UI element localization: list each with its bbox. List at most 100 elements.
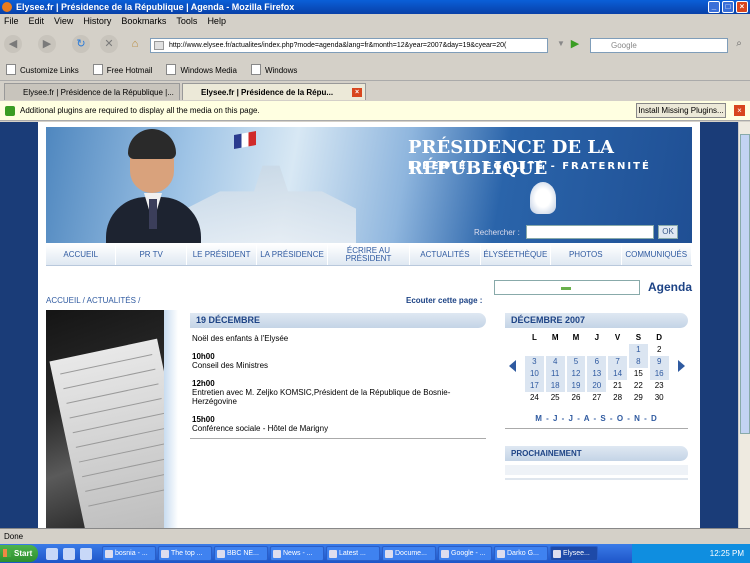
bookmark-customize-links[interactable]: Customize Links xyxy=(6,62,79,79)
nav-communiques[interactable]: COMMUNIQUÉS xyxy=(622,244,692,265)
calendar-heading: DÉCEMBRE 2007 xyxy=(505,313,688,328)
menu-help[interactable]: Help xyxy=(207,14,226,29)
bookmark-windows[interactable]: Windows xyxy=(251,62,297,79)
calendar-day-link[interactable]: 9 xyxy=(649,356,669,368)
calendar-day-link[interactable]: 18 xyxy=(545,380,565,392)
taskbar-item[interactable]: Docume... xyxy=(382,546,436,561)
taskbar-item[interactable]: Latest ... xyxy=(326,546,380,561)
calendar-day-link[interactable]: 19 xyxy=(566,380,586,392)
media-player-icon[interactable] xyxy=(80,547,92,560)
taskbar-item[interactable]: BBC NE... xyxy=(214,546,268,561)
calendar-day-link[interactable]: 11 xyxy=(545,368,565,380)
calendar-prev-arrow-icon[interactable] xyxy=(509,360,516,372)
nav-photos[interactable]: PHOTOS xyxy=(551,244,622,265)
browser-icon[interactable] xyxy=(63,547,75,560)
minimize-button[interactable]: _ xyxy=(708,1,720,13)
calendar-day-link[interactable]: 4 xyxy=(545,356,565,368)
forward-icon[interactable]: ▶ xyxy=(38,35,56,53)
menu-history[interactable]: History xyxy=(83,14,111,29)
nav-elyseetheque[interactable]: ÉLYSÉETHÈQUE xyxy=(481,244,552,265)
search-input[interactable]: Google xyxy=(590,38,728,53)
back-icon[interactable]: ◀ xyxy=(4,35,22,53)
go-icon[interactable]: ▶ xyxy=(566,35,584,53)
calendar-day-link[interactable]: 16 xyxy=(649,368,669,380)
search-icon[interactable]: ⌕ xyxy=(730,35,748,53)
calendar-day: 24 xyxy=(529,393,539,402)
close-tab-icon[interactable]: × xyxy=(352,88,362,97)
plugin-notification-bar: Additional plugins are required to displ… xyxy=(0,101,750,121)
bookmark-free-hotmail[interactable]: Free Hotmail xyxy=(93,62,153,79)
president-photo xyxy=(106,129,201,243)
menu-bar: File Edit View History Bookmarks Tools H… xyxy=(0,14,750,29)
calendar-day-link[interactable]: 7 xyxy=(608,356,627,368)
taskbar-item[interactable]: Darko G... xyxy=(494,546,548,561)
taskbar-item[interactable]: The top ... xyxy=(158,546,212,561)
calendar-day-link[interactable]: 3 xyxy=(525,356,544,368)
calendar-day-link[interactable]: 10 xyxy=(525,368,544,380)
menu-file[interactable]: File xyxy=(4,14,19,29)
bookmark-windows-media[interactable]: Windows Media xyxy=(166,62,236,79)
calendar-day-link[interactable]: 1 xyxy=(628,344,648,356)
stop-icon[interactable]: ✕ xyxy=(100,35,118,53)
agenda-event: Noël des enfants à l'Elysée xyxy=(192,334,484,343)
nav-ecrire-au-president[interactable]: ÉCRIRE AU PRÉSIDENT xyxy=(328,244,411,265)
tab-elysee-active[interactable]: Elysee.fr | Présidence de la Répu... × xyxy=(182,83,366,100)
menu-view[interactable]: View xyxy=(54,14,73,29)
install-plugins-button[interactable]: Install Missing Plugins... xyxy=(636,103,726,118)
taskbar-items: bosnia - ... The top ... BBC NE... News … xyxy=(102,546,598,561)
weekday-label: M xyxy=(551,333,559,342)
calendar-day-link[interactable]: 13 xyxy=(587,368,607,380)
taskbar-item[interactable]: Google - ... xyxy=(438,546,492,561)
calendar-day: 30 xyxy=(654,393,664,402)
close-window-button[interactable]: × xyxy=(736,1,748,13)
audio-player[interactable] xyxy=(494,280,640,295)
start-button[interactable]: Start xyxy=(0,545,38,562)
reload-icon[interactable]: ↻ xyxy=(72,35,90,53)
show-desktop-icon[interactable] xyxy=(46,547,58,560)
calendar-next-arrow-icon[interactable] xyxy=(678,360,685,372)
calendar-day-link[interactable]: 8 xyxy=(628,356,648,368)
calendar-day-link[interactable]: 12 xyxy=(566,368,586,380)
url-field[interactable]: http://www.elysee.fr/actualites/index.ph… xyxy=(150,38,548,53)
calendar-day: 22 xyxy=(633,381,643,390)
url-text: http://www.elysee.fr/actualites/index.ph… xyxy=(169,42,507,49)
nav-accueil[interactable]: ACCUEIL xyxy=(46,244,117,265)
calendar-day-link[interactable]: 14 xyxy=(608,368,627,380)
nav-la-presidence[interactable]: LA PRÉSIDENCE xyxy=(257,244,328,265)
maximize-button[interactable]: □ xyxy=(722,1,734,13)
calendar-day xyxy=(586,344,607,356)
event-text: Conseil des Ministres xyxy=(192,361,269,370)
quick-launch xyxy=(38,547,102,560)
nav-le-president[interactable]: LE PRÉSIDENT xyxy=(187,244,258,265)
month-nav[interactable]: M - J - J - A - S - O - N - D xyxy=(505,414,688,423)
menu-edit[interactable]: Edit xyxy=(29,14,45,29)
agenda-notebook-photo xyxy=(46,310,164,528)
republic-emblem-icon xyxy=(530,182,556,214)
tab-elysee-1[interactable]: Elysee.fr | Présidence de la République … xyxy=(4,83,180,100)
site-search-input[interactable] xyxy=(526,225,654,239)
breadcrumb[interactable]: ACCUEIL / ACTUALITÉS / xyxy=(46,296,140,305)
menu-tools[interactable]: Tools xyxy=(176,14,197,29)
calendar-day: 2 xyxy=(656,345,662,354)
vertical-scrollbar[interactable] xyxy=(738,122,750,528)
calendar-day-link[interactable]: 17 xyxy=(525,380,544,392)
close-notification-icon[interactable]: × xyxy=(734,105,745,116)
calendar-day-link[interactable]: 20 xyxy=(587,380,607,392)
firefox-icon xyxy=(2,2,12,12)
scrollbar-thumb[interactable] xyxy=(740,134,750,434)
home-icon[interactable]: ⌂ xyxy=(126,35,144,53)
nav-pr-tv[interactable]: PR TV xyxy=(116,244,187,265)
taskbar-item-active[interactable]: Elysee... xyxy=(550,546,598,561)
calendar-day-link[interactable]: 5 xyxy=(566,356,586,368)
menu-bookmarks[interactable]: Bookmarks xyxy=(121,14,166,29)
event-text: Entretien avec M. Zeljko KOMSIC,Présiden… xyxy=(192,388,451,406)
taskbar-item[interactable]: News - ... xyxy=(270,546,324,561)
nav-actualites[interactable]: ACTUALITÉS xyxy=(410,244,481,265)
calendar-day-link[interactable]: 6 xyxy=(587,356,607,368)
page-viewport: PRÉSIDENCE DE LA RÉPUBLIQUE LIBERTÉ - EG… xyxy=(0,122,738,528)
site-search-ok-button[interactable]: OK xyxy=(658,225,678,239)
calendar-day: 28 xyxy=(613,393,623,402)
calendar-week-row: 24 25 26 27 28 29 30 xyxy=(524,392,670,404)
taskbar-item[interactable]: bosnia - ... xyxy=(102,546,156,561)
event-time: 12h00 xyxy=(192,379,215,388)
